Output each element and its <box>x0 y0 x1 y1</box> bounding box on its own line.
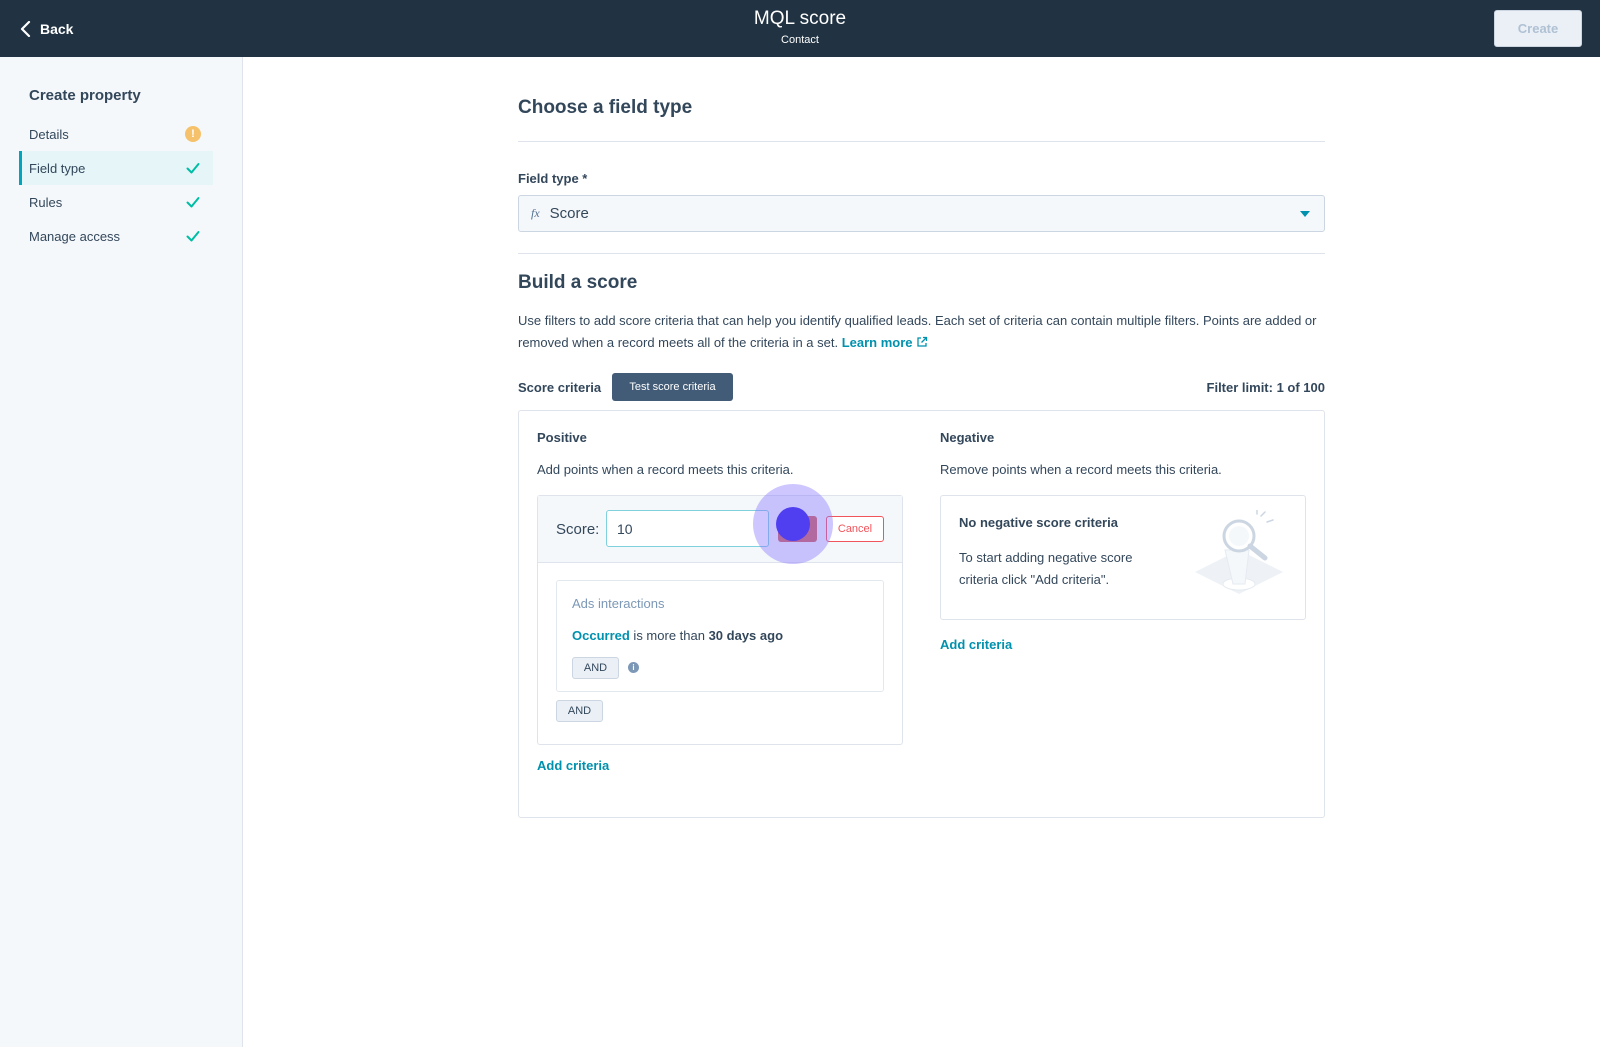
sidebar-nav: Details ! Field type Rules Manage access <box>19 117 213 253</box>
function-icon: fx <box>531 206 540 220</box>
sidebar-item-label: Manage access <box>29 228 121 244</box>
magnifier-illustration-icon <box>1195 510 1283 594</box>
cancel-button[interactable]: Cancel <box>826 516 884 542</box>
build-score-heading: Build a score <box>518 272 638 293</box>
positive-description: Add points when a record meets this crit… <box>537 462 794 477</box>
filter-occurred-link[interactable]: Occurred <box>572 628 630 643</box>
and-filter-button[interactable]: AND <box>572 657 619 679</box>
create-button[interactable]: Create <box>1494 10 1582 47</box>
check-icon <box>185 228 201 244</box>
sidebar-item-rules[interactable]: Rules <box>19 185 213 219</box>
filter-title: Ads interactions <box>572 596 665 611</box>
save-score-button[interactable] <box>778 516 817 542</box>
filter-condition: Occurred is more than 30 days ago <box>572 628 783 643</box>
sidebar-item-details[interactable]: Details ! <box>19 117 213 151</box>
caret-down-icon <box>1300 211 1310 217</box>
negative-add-criteria-link[interactable]: Add criteria <box>940 637 1012 652</box>
filter-limit: Filter limit: 1 of 100 <box>1206 380 1325 395</box>
build-score-description: Use filters to add score criteria that c… <box>518 310 1318 354</box>
title-block: MQL score Contact <box>0 8 1600 46</box>
score-input[interactable] <box>606 510 769 547</box>
score-label: Score: <box>556 521 600 538</box>
positive-criteria-card: Score: Cancel Ads interactions Occurred … <box>537 484 903 745</box>
positive-heading: Positive <box>537 430 587 445</box>
sidebar-item-label: Field type <box>29 160 86 176</box>
negative-empty-title: No negative score criteria <box>959 515 1118 530</box>
sidebar: Create property Details ! Field type Rul… <box>0 57 243 1047</box>
top-bar: Back MQL score Contact Create <box>0 0 1600 57</box>
negative-empty-text: To start adding negative score criteria … <box>959 550 1133 587</box>
test-score-criteria-button[interactable]: Test score criteria <box>612 373 733 401</box>
chevron-left-icon <box>20 21 31 37</box>
negative-heading: Negative <box>940 430 995 445</box>
sidebar-title: Create property <box>29 87 141 104</box>
filter-card: Ads interactions Occurred is more than 3… <box>556 580 884 692</box>
score-criteria-label: Score criteria <box>518 380 602 395</box>
criteria-panel: Positive Add points when a record meets … <box>518 410 1325 818</box>
negative-empty-card: No negative score criteria To start addi… <box>940 495 1306 620</box>
divider <box>518 253 1325 254</box>
info-icon[interactable]: i <box>628 662 639 673</box>
sidebar-item-label: Rules <box>29 194 63 210</box>
field-type-label: Field type * <box>518 171 588 186</box>
page-subtitle: Contact <box>781 34 819 46</box>
sidebar-item-manage-access[interactable]: Manage access <box>19 219 213 253</box>
page-title: MQL score <box>753 8 847 29</box>
back-label: Back <box>40 21 74 37</box>
learn-more-link[interactable]: Learn more <box>842 335 928 350</box>
learn-more-label: Learn more <box>841 335 913 350</box>
field-type-select[interactable]: fx Score <box>518 195 1325 232</box>
field-type-value: Score <box>549 205 589 222</box>
negative-description: Remove points when a record meets this c… <box>940 462 1222 477</box>
and-group-button[interactable]: AND <box>556 700 603 722</box>
check-icon <box>185 160 201 176</box>
choose-field-type-heading: Choose a field type <box>518 97 693 118</box>
positive-add-criteria-link[interactable]: Add criteria <box>537 758 609 773</box>
back-button[interactable]: Back <box>20 17 73 41</box>
sidebar-item-label: Details <box>29 126 69 142</box>
score-row: Score: Cancel <box>538 484 902 564</box>
filter-value: 30 days ago <box>708 628 784 643</box>
divider <box>518 141 1325 142</box>
warning-icon: ! <box>185 126 201 142</box>
external-link-icon <box>916 336 927 347</box>
check-icon <box>185 194 201 210</box>
sidebar-item-field-type[interactable]: Field type <box>19 151 213 185</box>
filter-operator: is more than <box>629 628 709 643</box>
